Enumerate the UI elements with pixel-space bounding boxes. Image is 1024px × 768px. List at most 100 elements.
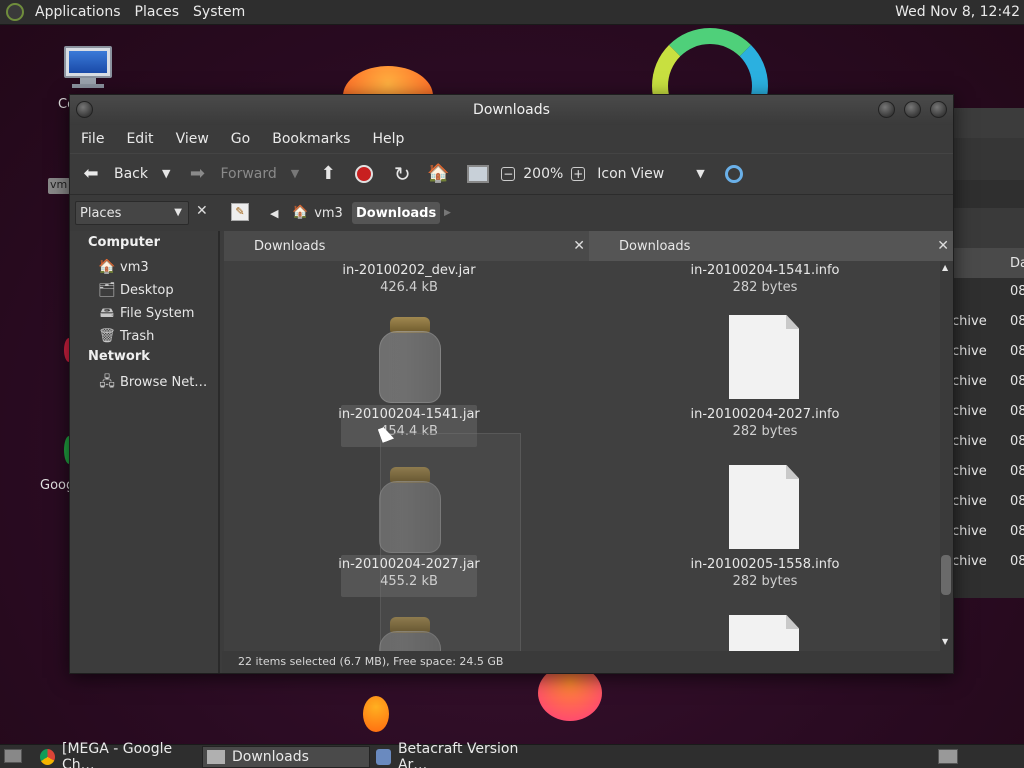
close-right-pane-icon[interactable]: ✕ — [937, 238, 949, 254]
file-size: 282 bytes — [732, 424, 798, 439]
bg-file-type: chive — [952, 434, 987, 449]
home-folder-icon[interactable]: 🏠 — [427, 164, 449, 184]
top-panel: Applications Places System Wed Nov 8, 12… — [0, 0, 1024, 25]
zoom-level[interactable]: 200% — [523, 166, 563, 182]
places-sidebar: Computer 🏠 vm3 🗂 Desktop 🖴 File System 🗑… — [70, 231, 220, 673]
computer-icon[interactable] — [62, 46, 114, 90]
menu-file[interactable]: File — [70, 131, 115, 147]
bg-file-date: 08 — [1010, 314, 1024, 329]
close-window-button[interactable] — [930, 101, 947, 118]
breadcrumb-downloads[interactable]: Downloads — [352, 202, 441, 224]
sidebar-item-vm3[interactable]: 🏠 vm3 — [98, 257, 148, 277]
scroll-down-icon[interactable]: ▼ — [942, 637, 948, 646]
right-pane-tab-label: Downloads — [619, 238, 691, 254]
status-bar: 22 items selected (6.7 MB), Free space: … — [222, 651, 953, 673]
home-crumb-icon: 🏠 — [292, 205, 309, 220]
task-betacraft[interactable]: Betacraft Version Ar… — [372, 741, 542, 768]
bg-file-date: 08 — [1010, 464, 1024, 479]
right-pane[interactable]: in-20100204-1541.info 282 bytes in-20100… — [589, 261, 940, 651]
places-dropdown-icon: ▼ — [174, 207, 182, 218]
file-name: in-20100204-2027.info — [690, 407, 840, 422]
file-size: 282 bytes — [732, 280, 798, 295]
text-file-icon — [729, 465, 799, 549]
bg-file-type: chive — [952, 494, 987, 509]
tray-window-icon[interactable] — [938, 749, 958, 764]
task-label: Downloads — [232, 749, 309, 765]
text-file-icon — [729, 315, 799, 399]
back-button[interactable]: ⬅ Back — [80, 159, 148, 189]
breadcrumb-vm3[interactable]: 🏠 vm3 — [288, 202, 347, 224]
sidebar-heading-network: Network — [88, 349, 150, 364]
forward-label: Forward — [220, 166, 277, 182]
menu-system[interactable]: System — [186, 4, 252, 20]
maximize-button[interactable] — [904, 101, 921, 118]
desktop-tag: vm — [48, 178, 70, 194]
up-arrow-icon[interactable]: ⬆ — [317, 164, 339, 184]
sidebar-item-browse-network[interactable]: 🖧 Browse Net… — [98, 372, 207, 392]
search-icon[interactable] — [724, 165, 743, 183]
minimize-button[interactable] — [878, 101, 895, 118]
left-pane-tab[interactable]: Downloads ✕ — [224, 231, 589, 261]
close-sidebar-icon[interactable]: ✕ — [196, 203, 208, 219]
desktop-folder-icon: 🗂 — [98, 282, 116, 298]
task-downloads[interactable]: Downloads — [202, 746, 370, 768]
stop-icon[interactable] — [355, 165, 374, 183]
breadcrumb-back-arrow[interactable]: ◀ — [266, 202, 282, 224]
forward-arrow-icon: ➡ — [189, 163, 206, 184]
menu-view[interactable]: View — [165, 131, 220, 147]
sidebar-item-file-system[interactable]: 🖴 File System — [98, 303, 194, 323]
reload-icon[interactable]: ↻ — [391, 164, 413, 184]
sidebar-item-trash[interactable]: 🗑 Trash — [98, 326, 154, 346]
menu-applications[interactable]: Applications — [28, 4, 128, 20]
bg-file-type: chive — [952, 554, 987, 569]
bg-file-date: 08 — [1010, 344, 1024, 359]
network-icon: 🖧 — [99, 374, 115, 390]
clock[interactable]: Wed Nov 8, 12:42 — [895, 4, 1020, 20]
menu-bookmarks[interactable]: Bookmarks — [261, 131, 361, 147]
zoom-in-icon[interactable]: + — [571, 167, 586, 181]
menu-go[interactable]: Go — [220, 131, 261, 147]
chrome-icon — [40, 749, 55, 765]
menu-places[interactable]: Places — [128, 4, 187, 20]
window-menu-button[interactable] — [76, 101, 93, 118]
back-history-dropdown-icon[interactable]: ▼ — [162, 164, 170, 184]
task-label: Betacraft Version Ar… — [397, 741, 519, 768]
bg-file-type: chive — [952, 524, 987, 539]
jar-file-icon — [379, 617, 441, 651]
menu-edit[interactable]: Edit — [115, 131, 164, 147]
task-label: [MEGA - Google Ch… — [62, 741, 173, 768]
file-item[interactable]: in-20100205-1558.info 282 bytes — [675, 557, 855, 589]
sidebar-item-desktop[interactable]: 🗂 Desktop — [98, 280, 174, 300]
sidebar-item-label: File System — [120, 305, 195, 321]
sidebar-heading-computer: Computer — [88, 235, 161, 250]
view-mode-dropdown-icon[interactable]: ▼ — [696, 164, 704, 184]
bg-file-type: chive — [952, 314, 987, 329]
show-desktop-icon[interactable] — [4, 749, 22, 763]
toolbar: ⬅ Back ▼ ➡ Forward ▼ ⬆ ↻ 🏠 − 200% + Icon… — [70, 153, 953, 195]
breadcrumb-forward-arrow[interactable]: ▶ — [440, 202, 455, 224]
jar-file-icon — [379, 317, 441, 403]
close-left-pane-icon[interactable]: ✕ — [573, 238, 585, 254]
zoom-out-icon[interactable]: − — [501, 167, 516, 181]
distro-logo-icon[interactable] — [6, 3, 24, 21]
places-dropdown[interactable]: Places ▼ — [75, 201, 189, 225]
scrollbar-thumb[interactable] — [941, 555, 951, 595]
bg-file-date: 08 — [1010, 404, 1024, 419]
computer-location-icon[interactable] — [467, 165, 490, 183]
file-item[interactable]: in-20100204-2027.jar 455.2 kB — [319, 557, 499, 589]
menu-help[interactable]: Help — [361, 131, 415, 147]
edit-location-icon[interactable]: ✎ — [231, 203, 249, 221]
left-pane[interactable]: in-20100202_dev.jar 426.4 kB in-20100204… — [224, 261, 589, 651]
right-pane-scrollbar[interactable]: ▲ ▼ — [940, 261, 953, 651]
forward-button[interactable]: ➡ Forward — [186, 159, 277, 189]
forward-history-dropdown-icon[interactable]: ▼ — [291, 164, 299, 184]
sidebar-item-label: Browse Net… — [120, 374, 208, 390]
view-mode-select[interactable]: Icon View — [597, 166, 664, 182]
file-item[interactable]: in-20100204-2027.info 282 bytes — [675, 407, 855, 439]
titlebar[interactable]: Downloads — [70, 95, 953, 125]
task-chrome[interactable]: [MEGA - Google Ch… — [36, 741, 200, 768]
file-item[interactable]: in-20100204-1541.info 282 bytes — [675, 263, 855, 295]
scroll-up-icon[interactable]: ▲ — [942, 263, 948, 272]
file-item[interactable]: in-20100202_dev.jar 426.4 kB — [319, 263, 499, 295]
right-pane-tab[interactable]: Downloads ✕ — [589, 231, 953, 261]
